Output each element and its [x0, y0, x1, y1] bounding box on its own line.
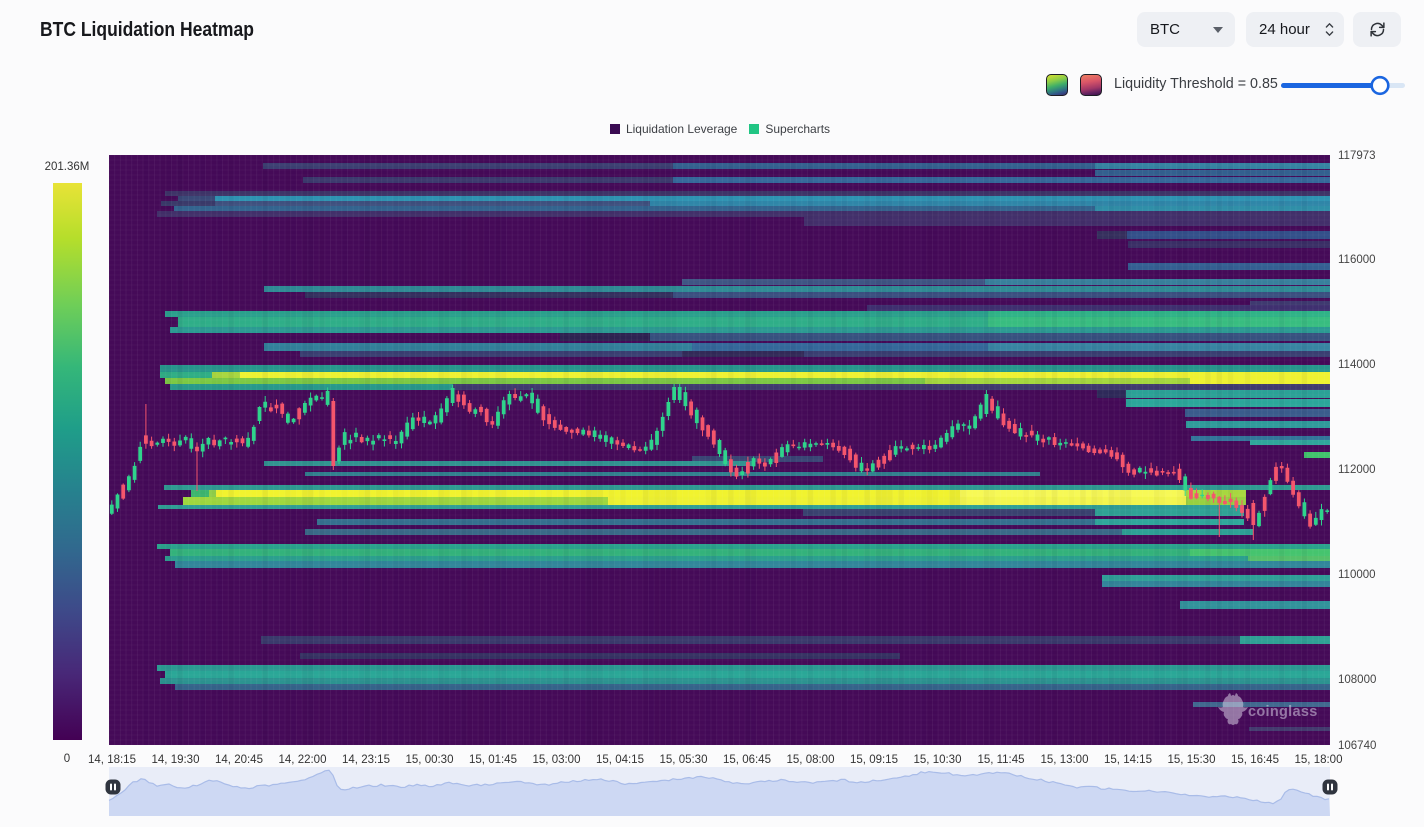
svg-text:112000: 112000: [1338, 464, 1376, 476]
svg-text:15, 14:15: 15, 14:15: [1104, 754, 1152, 766]
svg-text:15, 04:15: 15, 04:15: [596, 754, 644, 766]
svg-text:14, 19:30: 14, 19:30: [152, 754, 200, 766]
svg-text:15, 15:30: 15, 15:30: [1168, 754, 1216, 766]
svg-text:15, 06:45: 15, 06:45: [723, 754, 771, 766]
svg-text:14, 20:45: 14, 20:45: [215, 754, 263, 766]
svg-text:coinglass: coinglass: [1248, 704, 1318, 720]
svg-text:14, 18:15: 14, 18:15: [88, 754, 136, 766]
svg-text:14, 22:00: 14, 22:00: [279, 754, 327, 766]
svg-text:15, 10:30: 15, 10:30: [914, 754, 962, 766]
svg-text:15, 08:00: 15, 08:00: [787, 754, 835, 766]
svg-text:117973: 117973: [1338, 150, 1376, 162]
svg-text:116000: 116000: [1338, 254, 1376, 266]
svg-text:15, 03:00: 15, 03:00: [533, 754, 581, 766]
svg-text:15, 01:45: 15, 01:45: [469, 754, 517, 766]
svg-text:106740: 106740: [1338, 740, 1376, 752]
svg-text:0: 0: [64, 753, 70, 765]
svg-text:15, 00:30: 15, 00:30: [406, 754, 454, 766]
svg-text:110000: 110000: [1338, 569, 1376, 581]
svg-text:15, 13:00: 15, 13:00: [1041, 754, 1089, 766]
svg-text:15, 16:45: 15, 16:45: [1231, 754, 1279, 766]
svg-text:201.36M: 201.36M: [45, 161, 90, 173]
svg-text:108000: 108000: [1338, 674, 1376, 686]
svg-text:114000: 114000: [1338, 359, 1376, 371]
svg-text:15, 05:30: 15, 05:30: [660, 754, 708, 766]
svg-text:14, 23:15: 14, 23:15: [342, 754, 390, 766]
svg-text:15, 09:15: 15, 09:15: [850, 754, 898, 766]
svg-text:15, 11:45: 15, 11:45: [977, 754, 1024, 766]
svg-text:15, 18:00: 15, 18:00: [1295, 754, 1343, 766]
